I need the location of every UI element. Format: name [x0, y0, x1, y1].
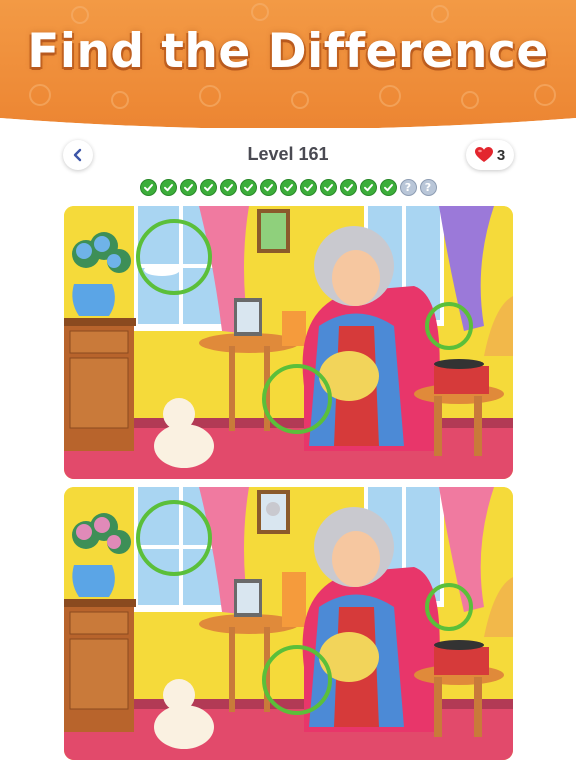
found-difference-dot [159, 179, 177, 196]
check-icon [263, 184, 273, 192]
question-icon: ? [404, 181, 412, 194]
found-difference-dot [359, 179, 377, 196]
check-icon [243, 184, 253, 192]
lives-count: 3 [496, 146, 506, 164]
found-difference-dot [379, 179, 397, 196]
found-difference-dot [199, 179, 217, 196]
found-difference-dot [259, 179, 277, 196]
original-picture-panel[interactable] [64, 206, 513, 479]
modified-scene [64, 487, 513, 760]
found-difference-dot [319, 179, 337, 196]
check-icon [303, 184, 313, 192]
found-difference-dot [179, 179, 197, 196]
check-icon [163, 184, 173, 192]
differences-progress: ?? [0, 179, 576, 197]
banner-title: Find the Difference [27, 24, 549, 79]
found-difference-dot [139, 179, 157, 196]
title-banner: Find the Difference [0, 0, 576, 128]
check-icon [383, 184, 393, 192]
pending-difference-dot: ? [419, 179, 437, 196]
check-icon [343, 184, 353, 192]
check-icon [143, 184, 153, 192]
original-scene [64, 206, 513, 479]
found-difference-dot [219, 179, 237, 196]
game-header: Level 161 3 [0, 138, 576, 176]
found-difference-dot [339, 179, 357, 196]
found-difference-dot [299, 179, 317, 196]
check-icon [203, 184, 213, 192]
question-icon: ? [424, 181, 432, 194]
lives-badge: 3 [466, 140, 514, 170]
check-icon [363, 184, 373, 192]
found-difference-dot [239, 179, 257, 196]
check-icon [223, 184, 233, 192]
check-icon [283, 184, 293, 192]
pending-difference-dot: ? [399, 179, 417, 196]
check-icon [323, 184, 333, 192]
found-difference-dot [279, 179, 297, 196]
check-icon [183, 184, 193, 192]
modified-picture-panel[interactable] [64, 487, 513, 760]
heart-icon [474, 147, 493, 162]
